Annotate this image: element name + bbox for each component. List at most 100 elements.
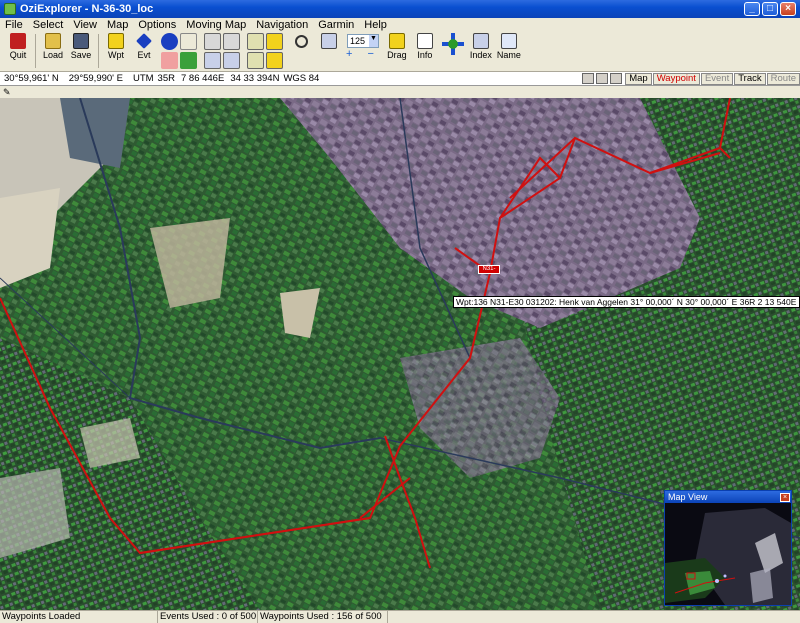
search-button[interactable]: [289, 33, 313, 49]
route-edit-icon[interactable]: [247, 33, 264, 50]
route-tools: [204, 33, 241, 70]
trace-icon[interactable]: [180, 33, 197, 50]
list-icon-2[interactable]: [266, 52, 283, 69]
oziexplorer-window: OziExplorer - N-36-30_loc _ □ × File Sel…: [0, 0, 800, 623]
zoom-in-out-buttons[interactable]: + −: [346, 48, 380, 60]
index-icon: [472, 33, 489, 49]
tab-waypoint[interactable]: Waypoint: [652, 72, 700, 85]
waypoint-button[interactable]: Wpt: [104, 33, 128, 60]
status-message: Waypoints Loaded: [0, 611, 158, 623]
folder-open-icon: [45, 33, 61, 49]
save-button[interactable]: Save: [69, 33, 93, 60]
menu-options[interactable]: Options: [133, 19, 181, 31]
waypoint-flag[interactable]: N31-E30: [478, 265, 500, 274]
quit-label: Quit: [9, 50, 27, 60]
toolbar-divider: [98, 34, 99, 68]
drag-label: Drag: [387, 50, 407, 60]
minimize-button[interactable]: _: [744, 2, 760, 16]
magnifier-icon: [294, 35, 308, 48]
waypoints-used: Waypoints Used : 156 of 500: [258, 611, 388, 623]
event-diamond-icon: [136, 33, 152, 49]
hand-icon: [388, 33, 405, 49]
map-view-overview[interactable]: [665, 503, 791, 605]
window-title: OziExplorer - N-36-30_loc: [20, 3, 154, 15]
load-button[interactable]: Load: [41, 33, 65, 60]
name-search-button[interactable]: Name: [497, 33, 521, 60]
map-view-title-bar: Map View ×: [665, 491, 791, 503]
waypoint-tooltip: Wpt:136 N31-E30 031202: Henk van Aggelen…: [453, 296, 800, 308]
wpt-label: Wpt: [107, 50, 124, 60]
track-tools: [161, 33, 198, 70]
map-view-window[interactable]: Map View ×: [664, 490, 792, 606]
tab-route[interactable]: Route: [766, 72, 800, 85]
info-button[interactable]: Info: [413, 33, 437, 60]
utm-zone: 35R: [157, 73, 175, 84]
tab-map[interactable]: Map: [625, 72, 652, 85]
menu-garmin[interactable]: Garmin: [313, 19, 359, 31]
menu-file[interactable]: File: [0, 19, 28, 31]
menu-select[interactable]: Select: [28, 19, 69, 31]
pencil-icon[interactable]: ✎: [3, 87, 11, 98]
utm-easting: 7 86 446E: [180, 73, 225, 84]
map-select-icon: [321, 33, 337, 49]
floppy-disk-icon: [73, 33, 89, 49]
status-bar: Waypoints Loaded Events Used : 0 of 500 …: [0, 610, 800, 623]
lock-icon[interactable]: [610, 73, 623, 84]
route-line-icon[interactable]: [204, 52, 221, 69]
coordinate-bar: 30°59,961' N 29°59,990' E UTM 35R 7 86 4…: [0, 72, 800, 86]
map-view-title: Map View: [668, 492, 708, 502]
grid-label: UTM: [132, 73, 154, 84]
index-label: Index: [469, 50, 492, 60]
tab-track[interactable]: Track: [734, 72, 766, 85]
name-label: Name: [496, 50, 521, 60]
route-show-icon[interactable]: [223, 33, 240, 50]
route-show-icon-2[interactable]: [223, 52, 240, 69]
toolbar-divider: [35, 34, 36, 68]
title-bar: OziExplorer - N-36-30_loc _ □ ×: [0, 0, 800, 18]
app-icon: [4, 3, 16, 15]
load-label: Load: [42, 50, 64, 60]
track-number-icon[interactable]: [161, 33, 178, 50]
tab-event[interactable]: Event: [700, 72, 734, 85]
track-line-icon[interactable]: [204, 33, 221, 50]
green-square-icon[interactable]: [180, 52, 197, 69]
quit-icon: [10, 33, 26, 49]
maximize-button[interactable]: □: [762, 2, 778, 16]
info-icon: [416, 33, 433, 49]
utm-northing: 34 33 394N: [230, 73, 280, 84]
cursor-longitude: 29°59,990' E: [68, 73, 123, 84]
four-arrows-icon: [441, 33, 464, 55]
route-edit-icon-2[interactable]: [247, 52, 264, 69]
menu-navigation[interactable]: Navigation: [251, 19, 313, 31]
cursor-latitude: 30°59,961' N: [4, 73, 59, 84]
save-label: Save: [70, 50, 92, 60]
plus-icon[interactable]: [161, 52, 178, 69]
menu-moving-map[interactable]: Moving Map: [181, 19, 251, 31]
index-button[interactable]: Index: [469, 33, 493, 60]
name-search-icon: [500, 33, 517, 49]
info-label: Info: [417, 50, 433, 60]
map-select-button[interactable]: [317, 33, 341, 50]
drag-button[interactable]: Drag: [385, 33, 409, 60]
waypoint-icon: [108, 33, 124, 49]
drawing-tool-row: ✎: [0, 86, 800, 98]
map-view-close-button[interactable]: ×: [780, 492, 790, 502]
move-map-button[interactable]: [441, 33, 465, 56]
close-button[interactable]: ×: [780, 2, 796, 16]
quit-button[interactable]: Quit: [6, 33, 30, 60]
zoom-control: 125 ▼ + −: [346, 34, 380, 60]
chevron-down-icon: ▼: [368, 35, 378, 47]
menu-bar: File Select View Map Options Moving Map …: [0, 18, 800, 32]
zoom-value: 125: [349, 36, 365, 46]
menu-view[interactable]: View: [68, 19, 102, 31]
save-map-icon[interactable]: [596, 73, 609, 84]
edit-tools: [247, 33, 284, 70]
zoom-select[interactable]: 125 ▼: [346, 34, 379, 48]
menu-map[interactable]: Map: [102, 19, 133, 31]
map-image-icon[interactable]: [582, 73, 595, 84]
event-button[interactable]: Evt: [132, 33, 156, 60]
menu-help[interactable]: Help: [359, 19, 392, 31]
list-icon[interactable]: [266, 33, 283, 50]
overview-image: [665, 503, 791, 605]
satellite-map[interactable]: N31-E30 Wpt:136 N31-E30 031202: Henk van…: [0, 98, 800, 610]
